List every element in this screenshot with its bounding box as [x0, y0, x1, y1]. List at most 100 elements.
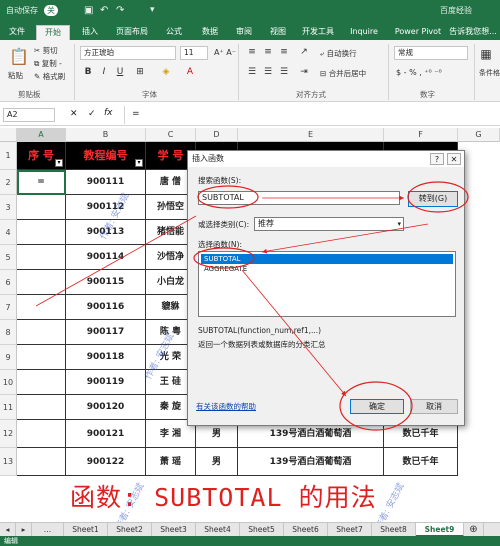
formula-input[interactable]: =	[132, 109, 140, 119]
cell-b[interactable]: 900118	[66, 345, 146, 370]
row-header[interactable]: 1	[0, 142, 17, 170]
sheet-tab[interactable]: Sheet5	[240, 523, 284, 537]
sheet-tab[interactable]: Sheet7	[328, 523, 372, 537]
tab-file[interactable]: 文件	[4, 25, 30, 40]
tab-formulas[interactable]: 公式	[160, 25, 188, 40]
tab-home[interactable]: 开始	[36, 25, 70, 40]
cell-a[interactable]	[17, 395, 66, 420]
font-size-select[interactable]: 11	[180, 46, 208, 60]
cell-b[interactable]: 900122	[66, 448, 146, 476]
cell-b[interactable]: 900114	[66, 245, 146, 270]
row-header[interactable]: 9	[0, 345, 17, 370]
filter-dropdown-icon[interactable]: ▾	[135, 159, 143, 167]
header-cell-a[interactable]: 序 号 ▾	[17, 142, 66, 170]
help-link[interactable]: 有关该函数的帮助	[196, 401, 256, 412]
category-select[interactable]: 推荐 ▾	[254, 217, 404, 231]
fill-color-icon[interactable]: ◈	[160, 66, 172, 78]
quick-access-icon[interactable]: ▾	[150, 5, 155, 15]
align-middle-icon[interactable]: ≡	[262, 46, 274, 58]
cancel-button[interactable]: 取消	[410, 399, 458, 414]
align-top-icon[interactable]: ≡	[246, 46, 258, 58]
cell-c[interactable]: 萧 瑶	[146, 448, 196, 476]
font-name-select[interactable]: 方正琥珀	[80, 46, 176, 60]
prev-sheet-icon[interactable]: ◂	[0, 523, 16, 537]
cell-b[interactable]: 900120	[66, 395, 146, 420]
number-format-select[interactable]: 常规	[394, 46, 468, 60]
cell-b[interactable]: 900116	[66, 295, 146, 320]
column-header-g[interactable]: G	[458, 128, 500, 142]
sheet-tab[interactable]: Sheet8	[372, 523, 416, 537]
number-buttons[interactable]: $ - % , ⁺⁰ ⁻⁰	[396, 68, 442, 77]
next-sheet-icon[interactable]: ▸	[16, 523, 32, 537]
orientation-icon[interactable]: ↗	[298, 46, 310, 58]
tab-page-layout[interactable]: 页面布局	[110, 25, 154, 40]
grow-font-icon[interactable]: A⁺ A⁻	[214, 48, 236, 57]
close-button[interactable]: ✕	[447, 153, 461, 165]
row-header[interactable]: 10	[0, 370, 17, 395]
cell-a[interactable]	[17, 220, 66, 245]
align-center-icon[interactable]: ☰	[262, 66, 274, 78]
column-header-e[interactable]: E	[238, 128, 384, 142]
column-header-c[interactable]: C	[146, 128, 196, 142]
align-right-icon[interactable]: ☰	[278, 66, 290, 78]
indent-icon[interactable]: ⇥	[298, 66, 310, 78]
sheet-tab-active[interactable]: Sheet9	[416, 523, 464, 537]
paste-icon[interactable]: 📋	[8, 46, 30, 68]
insert-function-icon[interactable]: fx	[104, 108, 113, 118]
redo-icon[interactable]: ↷	[116, 5, 124, 16]
search-function-input[interactable]: SUBTOTAL	[198, 191, 400, 205]
enter-icon[interactable]: ✓	[88, 109, 96, 119]
cell-b[interactable]: 900112	[66, 195, 146, 220]
cell-a[interactable]	[17, 270, 66, 295]
cell-a[interactable]	[17, 370, 66, 395]
row-header[interactable]: 7	[0, 295, 17, 320]
name-box[interactable]: A2	[3, 108, 55, 122]
row-header[interactable]: 12	[0, 420, 17, 448]
underline-button[interactable]: U	[114, 66, 126, 78]
cell-b[interactable]: 900117	[66, 320, 146, 345]
paste-button[interactable]: 粘贴	[8, 70, 23, 81]
sheet-tab[interactable]: Sheet3	[152, 523, 196, 537]
sheet-tab[interactable]: Sheet2	[108, 523, 152, 537]
row-header[interactable]: 8	[0, 320, 17, 345]
sheet-tab[interactable]: Sheet1	[64, 523, 108, 537]
cell-b[interactable]: 900111	[66, 170, 146, 195]
row-header[interactable]: 2	[0, 170, 17, 195]
filter-dropdown-icon[interactable]: ▾	[55, 159, 63, 167]
row-header[interactable]: 11	[0, 395, 17, 420]
italic-button[interactable]: I	[98, 66, 110, 78]
row-header[interactable]: 13	[0, 448, 17, 476]
save-icon[interactable]: ▣	[84, 5, 93, 16]
cell-a[interactable]	[17, 320, 66, 345]
cell-e[interactable]: 139号酒白酒葡萄酒	[238, 448, 384, 476]
format-painter-button[interactable]: ✎ 格式刷	[34, 71, 65, 82]
wrap-text-button[interactable]: ⤶ 自动换行	[320, 48, 357, 59]
function-item[interactable]: SUBTOTAL	[201, 254, 453, 264]
ok-button[interactable]: 确定	[350, 399, 404, 414]
tab-inquire[interactable]: Inquire	[346, 25, 382, 40]
header-cell-b[interactable]: 教程编号 ▾	[66, 142, 146, 170]
tab-insert[interactable]: 插入	[76, 25, 104, 40]
autosave-toggle[interactable]: 关	[44, 5, 58, 16]
tab-developer[interactable]: 开发工具	[298, 25, 338, 40]
column-header-a[interactable]: A	[17, 128, 66, 142]
cell-a[interactable]	[17, 195, 66, 220]
cancel-icon[interactable]: ✕	[70, 109, 78, 119]
cell-a[interactable]	[17, 448, 66, 476]
function-list[interactable]: SUBTOTAL AGGREGATE	[198, 251, 456, 317]
tab-data[interactable]: 数据	[196, 25, 224, 40]
conditional-format-label[interactable]: 条件格式	[479, 68, 500, 78]
bold-button[interactable]: B	[82, 66, 94, 78]
undo-icon[interactable]: ↶	[100, 5, 108, 16]
row-header[interactable]: 5	[0, 245, 17, 270]
cell-b[interactable]: 900121	[66, 420, 146, 448]
cell-b[interactable]: 900113	[66, 220, 146, 245]
tab-view[interactable]: 视图	[264, 25, 292, 40]
sheet-tab[interactable]: Sheet4	[196, 523, 240, 537]
function-item[interactable]: AGGREGATE	[201, 264, 453, 274]
cell-a[interactable]	[17, 295, 66, 320]
align-left-icon[interactable]: ☰	[246, 66, 258, 78]
cell-a[interactable]	[17, 245, 66, 270]
cell-f[interactable]: 数已千年	[384, 448, 458, 476]
tab-power-pivot[interactable]: Power Pivot	[392, 25, 444, 40]
